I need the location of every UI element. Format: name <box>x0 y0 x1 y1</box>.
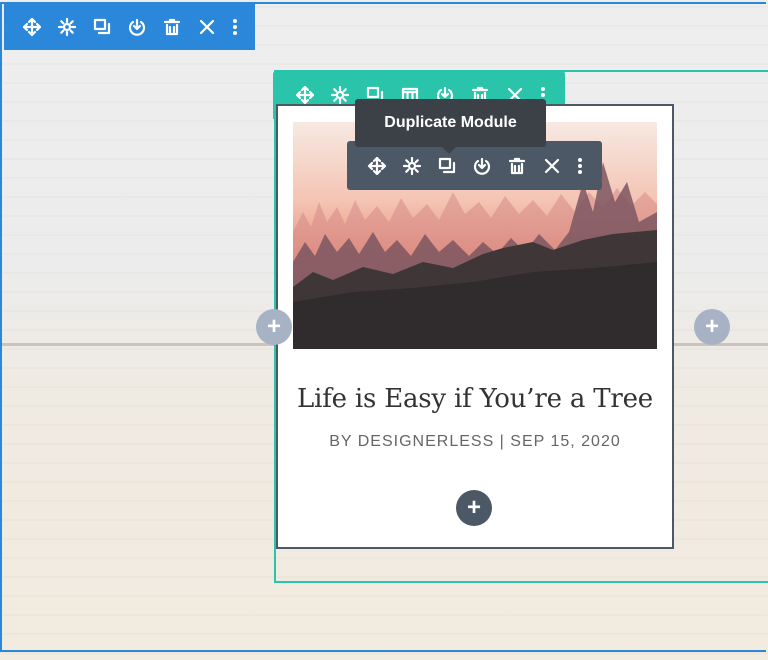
power-icon[interactable] <box>119 4 154 50</box>
gear-icon[interactable] <box>394 141 429 190</box>
add-column-right-button[interactable]: + <box>694 309 730 345</box>
duplicate-module-tooltip: Duplicate Module <box>355 99 546 147</box>
move-icon[interactable] <box>14 4 49 50</box>
module-toolbar <box>347 141 602 190</box>
duplicate-icon[interactable] <box>84 4 119 50</box>
plus-icon: + <box>266 313 281 340</box>
move-icon[interactable] <box>359 141 394 190</box>
add-column-left-button[interactable]: + <box>256 309 292 345</box>
more-vertical-icon[interactable] <box>224 4 246 50</box>
trash-icon[interactable] <box>499 141 534 190</box>
tooltip-arrow <box>442 147 456 154</box>
close-icon[interactable] <box>534 141 569 190</box>
gear-icon[interactable] <box>49 4 84 50</box>
power-icon[interactable] <box>464 141 499 190</box>
trash-icon[interactable] <box>154 4 189 50</box>
plus-icon: + <box>704 313 719 340</box>
close-icon[interactable] <box>189 4 224 50</box>
post-title[interactable]: Life is Easy if You’re a Tree <box>278 384 672 414</box>
post-meta: BY DESIGNERLESS | SEP 15, 2020 <box>329 433 621 450</box>
section-toolbar <box>4 4 255 50</box>
add-module-button[interactable]: + <box>456 490 492 526</box>
plus-icon: + <box>466 494 481 521</box>
more-vertical-icon[interactable] <box>569 141 591 190</box>
